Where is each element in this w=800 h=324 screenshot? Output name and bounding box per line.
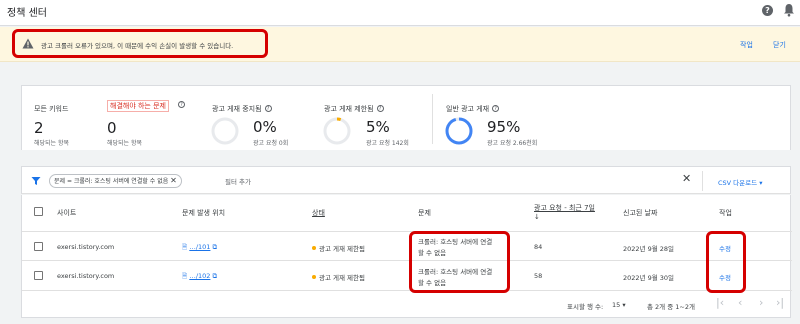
page-title: 정책 센터 — [7, 8, 47, 19]
chip-close-icon[interactable]: ✕ — [170, 176, 177, 185]
serving-limited-label: 광고 게재 제한됨? — [324, 104, 384, 114]
row-location-link[interactable]: 🗎 …/102 ⧉ — [182, 272, 217, 283]
serving-normal-label-text: 일반 광고 게재 — [446, 105, 490, 113]
issue-highlight-box — [409, 231, 510, 293]
col-reported[interactable]: 신고된 날짜 — [623, 208, 657, 218]
must-fix-label-text: 해결해야 하는 문제 — [110, 102, 166, 110]
all-keywords-label: 모든 키워드 — [34, 105, 69, 113]
row-status: 광고 게재 제한됨 — [312, 243, 365, 253]
chevron-down-icon: ▾ — [759, 179, 763, 187]
summary-card: 모든 키워드 2 해당되는 항목 해결해야 하는 문제 ? 0 해당되는 항목 … — [21, 85, 791, 150]
row-status-text: 광고 게재 제한됨 — [319, 274, 365, 282]
col-location[interactable]: 문제 발생 위치 — [182, 208, 225, 218]
notifications-icon[interactable] — [783, 3, 795, 17]
row-divider — [22, 260, 792, 261]
serving-normal-sub: 광고 요청 2.66천회 — [487, 140, 538, 147]
sort-arrow-icon[interactable]: ↓ — [534, 213, 540, 221]
row-reported: 2022년 9월 30일 — [623, 274, 675, 282]
filter-bar: 문제 = 크롤러: 호스팅 서버에 연결할 수 없음 ✕ 필터 추가 ✕ CSV… — [21, 166, 791, 194]
filter-chip[interactable]: 문제 = 크롤러: 호스팅 서버에 연결할 수 없음 ✕ — [49, 174, 182, 188]
row-site: exersi.tistory.com — [57, 243, 115, 251]
row-location-text[interactable]: …/102 — [189, 272, 210, 280]
col-requests[interactable]: 광고 요청 - 최근 7일 — [534, 203, 595, 213]
clear-filters-icon[interactable]: ✕ — [682, 172, 691, 185]
col-action: 작업 — [719, 209, 732, 217]
action-highlight-box — [706, 231, 746, 293]
help-icon[interactable]: ? — [492, 105, 500, 112]
serving-limited-value: 5% — [366, 118, 390, 136]
add-filter-input[interactable]: 필터 추가 — [225, 176, 251, 186]
must-fix-value: 0 — [107, 119, 117, 137]
col-status[interactable]: 상태 — [312, 208, 325, 218]
row-divider — [22, 231, 792, 232]
previous-page-icon[interactable]: ‹ — [738, 296, 742, 309]
row-divider — [22, 290, 792, 291]
serving-stopped-ring — [211, 117, 239, 145]
row-checkbox[interactable] — [34, 242, 43, 251]
csv-download-label: CSV 다운로드 — [718, 179, 758, 187]
serving-limited-sub: 광고 요청 142회 — [366, 140, 409, 147]
serving-stopped-value: 0% — [253, 118, 277, 136]
row-checkbox[interactable] — [34, 271, 43, 280]
row-site: exersi.tistory.com — [57, 272, 115, 280]
filter-chip-label: 문제 = 크롤러: 호스팅 서버에 연결할 수 없음 — [54, 178, 169, 185]
serving-normal-label: 일반 광고 게재? — [446, 104, 500, 114]
banner-close-link[interactable]: 닫기 — [773, 40, 786, 50]
top-bar: 정책 센터 ? — [0, 0, 800, 26]
first-page-icon[interactable]: |‹ — [716, 296, 724, 309]
rows-per-page-select[interactable]: 15 ▾ — [612, 301, 626, 309]
open-external-icon[interactable]: ⧉ — [213, 243, 218, 251]
chevron-down-icon: ▾ — [622, 301, 626, 309]
open-external-icon[interactable]: ⧉ — [213, 272, 218, 280]
next-page-icon[interactable]: › — [759, 296, 763, 309]
help-icon[interactable]: ? — [264, 105, 272, 112]
banner-highlight-box — [12, 29, 268, 58]
banner-action-link[interactable]: 작업 — [740, 40, 753, 50]
row-reported: 2022년 9월 28일 — [623, 245, 675, 253]
row-status: 광고 게재 제한됨 — [312, 272, 365, 282]
serving-stopped-label: 광고 게재 중지됨? — [212, 104, 272, 114]
status-dot-icon — [312, 275, 316, 279]
help-icon[interactable]: ? — [376, 105, 384, 112]
pagination-range: 총 2개 중 1~2개 — [647, 303, 695, 311]
issues-table: 사이트 문제 발생 위치 상태 문제 광고 요청 - 최근 7일 ↓ 신고된 날… — [21, 195, 792, 318]
col-site[interactable]: 사이트 — [57, 208, 76, 218]
rows-per-page-value: 15 — [612, 301, 621, 309]
all-keywords-sub: 해당되는 항목 — [34, 140, 70, 147]
row-status-text: 광고 게재 제한됨 — [319, 245, 365, 253]
help-icon[interactable]: ? — [178, 101, 185, 108]
must-fix-sub: 해당되는 항목 — [107, 140, 143, 147]
serving-limited-ring — [323, 117, 351, 145]
divider — [432, 94, 433, 144]
rows-per-page-label: 표시할 행 수: — [567, 303, 604, 311]
row-location-link[interactable]: 🗎 …/101 ⧉ — [182, 243, 217, 254]
serving-limited-label-text: 광고 게재 제한됨 — [324, 105, 374, 113]
must-fix-label[interactable]: 해결해야 하는 문제 — [107, 100, 169, 112]
document-icon: 🗎 — [182, 272, 188, 280]
help-icon[interactable]: ? — [762, 5, 773, 16]
last-page-icon[interactable]: ›| — [776, 296, 784, 309]
serving-normal-ring — [445, 117, 473, 145]
select-all-checkbox[interactable] — [34, 207, 43, 216]
serving-stopped-sub: 광고 요청 0회 — [253, 140, 289, 147]
col-issue[interactable]: 문제 — [418, 208, 431, 218]
serving-stopped-label-text: 광고 게재 중지됨 — [212, 105, 262, 113]
serving-normal-value: 95% — [487, 118, 521, 136]
divider — [702, 171, 703, 191]
filter-icon[interactable] — [31, 176, 41, 186]
row-requests: 58 — [534, 272, 543, 280]
document-icon: 🗎 — [182, 243, 188, 251]
csv-download-button[interactable]: CSV 다운로드 ▾ — [718, 177, 762, 187]
row-location-text[interactable]: …/101 — [189, 243, 210, 251]
all-keywords-value: 2 — [34, 119, 44, 137]
status-dot-icon — [312, 246, 316, 250]
row-requests: 84 — [534, 243, 543, 251]
